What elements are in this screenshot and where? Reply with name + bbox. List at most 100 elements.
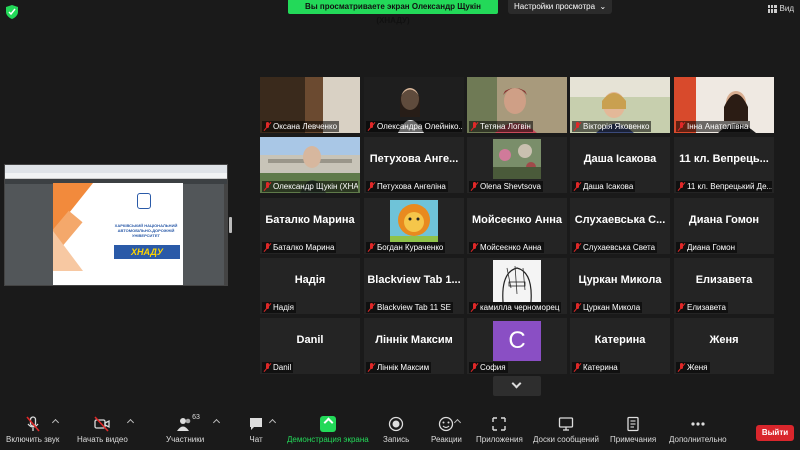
shield-icon[interactable] [6, 5, 18, 19]
more-button[interactable]: Дополнительно [669, 416, 727, 448]
mic-muted-icon [678, 303, 685, 312]
mic-muted-icon [471, 182, 478, 191]
view-settings-label: Настройки просмотра [514, 2, 596, 11]
participant-tile[interactable]: 11 кл. Вепрець... 11 кл. Вепрецький Де..… [674, 137, 774, 193]
participant-tile[interactable]: Петухова Анге... Петухова Ангеліна [364, 137, 464, 193]
mic-muted-icon [368, 243, 375, 252]
participant-display-name: Женя [709, 334, 739, 346]
chevron-down-icon: ⌄ [597, 2, 607, 11]
participant-display-name: Диана Гомон [688, 214, 760, 226]
video-options-caret[interactable] [126, 418, 135, 427]
participant-name: Інна Анатоліївна [687, 122, 749, 131]
share-screen-button[interactable]: Демонстрация экрана [287, 416, 369, 448]
split-resize-handle[interactable] [229, 217, 232, 233]
participant-tile[interactable]: Елизавета Елизавета [674, 258, 774, 314]
participant-name: Елизавета [687, 303, 726, 312]
participant-tile[interactable]: Оксана Левченко [260, 77, 360, 133]
start-video-label: Начать видео [77, 435, 128, 444]
view-button[interactable]: Вид [767, 4, 794, 13]
participant-name: Оксана Левченко [273, 122, 338, 131]
avatar: С [493, 321, 541, 361]
participant-name: Петухова Ангеліна [377, 182, 446, 191]
participant-display-name: Мойсеєнко Анна [471, 214, 563, 226]
shared-screen[interactable]: ХАРКІВСЬКИЙ НАЦІОНАЛЬНИЙ АВТОМОБІЛЬНО-ДО… [4, 164, 228, 286]
apps-button[interactable]: Приложения [476, 416, 523, 448]
participant-tile[interactable]: Blackview Tab 1... Blackview Tab 11 SE [364, 258, 464, 314]
grid-view-icon [767, 4, 777, 13]
whiteboards-button[interactable]: Доски сообщений [533, 416, 599, 448]
participant-tile[interactable]: Катерина Катерина [570, 318, 670, 374]
mic-muted-icon [678, 243, 685, 252]
notes-button[interactable]: Примечания [610, 416, 656, 448]
mic-muted-icon [368, 303, 375, 312]
mic-muted-icon [264, 182, 271, 191]
participant-name: Мойсеєнко Анна [480, 243, 542, 252]
participant-tile[interactable]: Надія Надія [260, 258, 360, 314]
participant-name: 11 кл. Вепрецький Де... [687, 182, 772, 191]
participant-tile[interactable]: Мойсеєнко Анна Мойсеєнко Анна [467, 198, 567, 254]
slide-decoration [53, 231, 83, 271]
record-icon [388, 416, 404, 432]
chevron-down-icon [511, 378, 522, 389]
participants-label: Участники [166, 435, 205, 444]
mic-muted-icon [368, 122, 375, 131]
mic-muted-icon [678, 182, 685, 191]
meeting-toolbar: Включить звук Начать видео 63 Участники … [0, 412, 800, 450]
participant-display-name: Ліннік Максим [375, 334, 453, 346]
share-screen-label: Демонстрация экрана [287, 435, 369, 444]
participant-name: камилла черноморец [480, 303, 560, 312]
leave-button[interactable]: Выйти [756, 425, 794, 441]
participant-display-name: Danil [296, 334, 324, 346]
participant-tile[interactable]: Olena Shevtsova [467, 137, 567, 193]
mic-muted-icon [471, 363, 478, 372]
notes-icon [627, 416, 639, 432]
participant-tile[interactable]: Інна Анатоліївна [674, 77, 774, 133]
reactions-label: Реакции [431, 435, 462, 444]
share-screen-icon [319, 416, 336, 432]
record-label: Запись [383, 435, 410, 444]
participant-tile[interactable]: Вікторія Яковенко [570, 77, 670, 133]
view-settings-button[interactable]: Настройки просмотра ⌄ [508, 0, 613, 14]
mic-muted-icon [368, 363, 375, 372]
mic-muted-icon [471, 243, 478, 252]
participant-tile-active-speaker[interactable]: Олександр Щукін (ХНАДУ) [260, 137, 360, 193]
participant-tile[interactable]: Ліннік Максим Ліннік Максим [364, 318, 464, 374]
start-video-button[interactable]: Начать видео [77, 416, 128, 448]
notes-label: Примечания [610, 435, 657, 444]
smiley-icon [439, 416, 454, 432]
participant-name: Олександр Щукін (ХНАДУ) [273, 182, 358, 191]
slide-university-name: ХАРКІВСЬКИЙ НАЦІОНАЛЬНИЙ АВТОМОБІЛЬНО-ДО… [114, 223, 178, 238]
participant-name: Олександра Олейніко... [377, 122, 462, 131]
chat-button[interactable]: Чат [248, 416, 264, 448]
participant-tile[interactable]: Цуркан Микола Цуркан Микола [570, 258, 670, 314]
record-button[interactable]: Запись [383, 416, 409, 448]
mic-muted-icon [574, 243, 581, 252]
participant-tile[interactable]: Богдан Кураченко [364, 198, 464, 254]
participants-options-caret[interactable] [212, 418, 221, 427]
participant-tile[interactable]: Даша Ісакова Даша Ісакова [570, 137, 670, 193]
chat-label: Чат [249, 435, 263, 444]
participant-tile[interactable]: Тетяна Логвін [467, 77, 567, 133]
participant-tile[interactable]: С София [467, 318, 567, 374]
pdf-scrollbar[interactable] [224, 184, 227, 285]
participant-tile[interactable]: Олександра Олейніко... [364, 77, 464, 133]
mic-muted-icon [574, 303, 581, 312]
university-crest-icon [137, 193, 151, 209]
unmute-button[interactable]: Включить звук [6, 416, 59, 448]
mic-muted-icon [574, 363, 581, 372]
participant-tile[interactable]: Баталко Марина Баталко Марина [260, 198, 360, 254]
participant-tile[interactable]: Слухаевська С... Слухаевська Света [570, 198, 670, 254]
mic-muted-icon [574, 182, 581, 191]
participant-tile[interactable]: Danil Danil [260, 318, 360, 374]
video-off-icon [94, 416, 111, 432]
participant-name: Danil [273, 363, 292, 372]
participants-button[interactable]: 63 Участники [166, 414, 205, 448]
participant-tile[interactable]: Женя Женя [674, 318, 774, 374]
mic-muted-icon [264, 303, 271, 312]
next-page-button[interactable] [493, 376, 541, 396]
chat-options-caret[interactable] [268, 418, 277, 427]
participant-tile[interactable]: Диана Гомон Диана Гомон [674, 198, 774, 254]
participant-name: Вікторія Яковенко [583, 122, 650, 131]
participant-tile[interactable]: камилла черноморец [467, 258, 567, 314]
unmute-label: Включить звук [6, 435, 60, 444]
